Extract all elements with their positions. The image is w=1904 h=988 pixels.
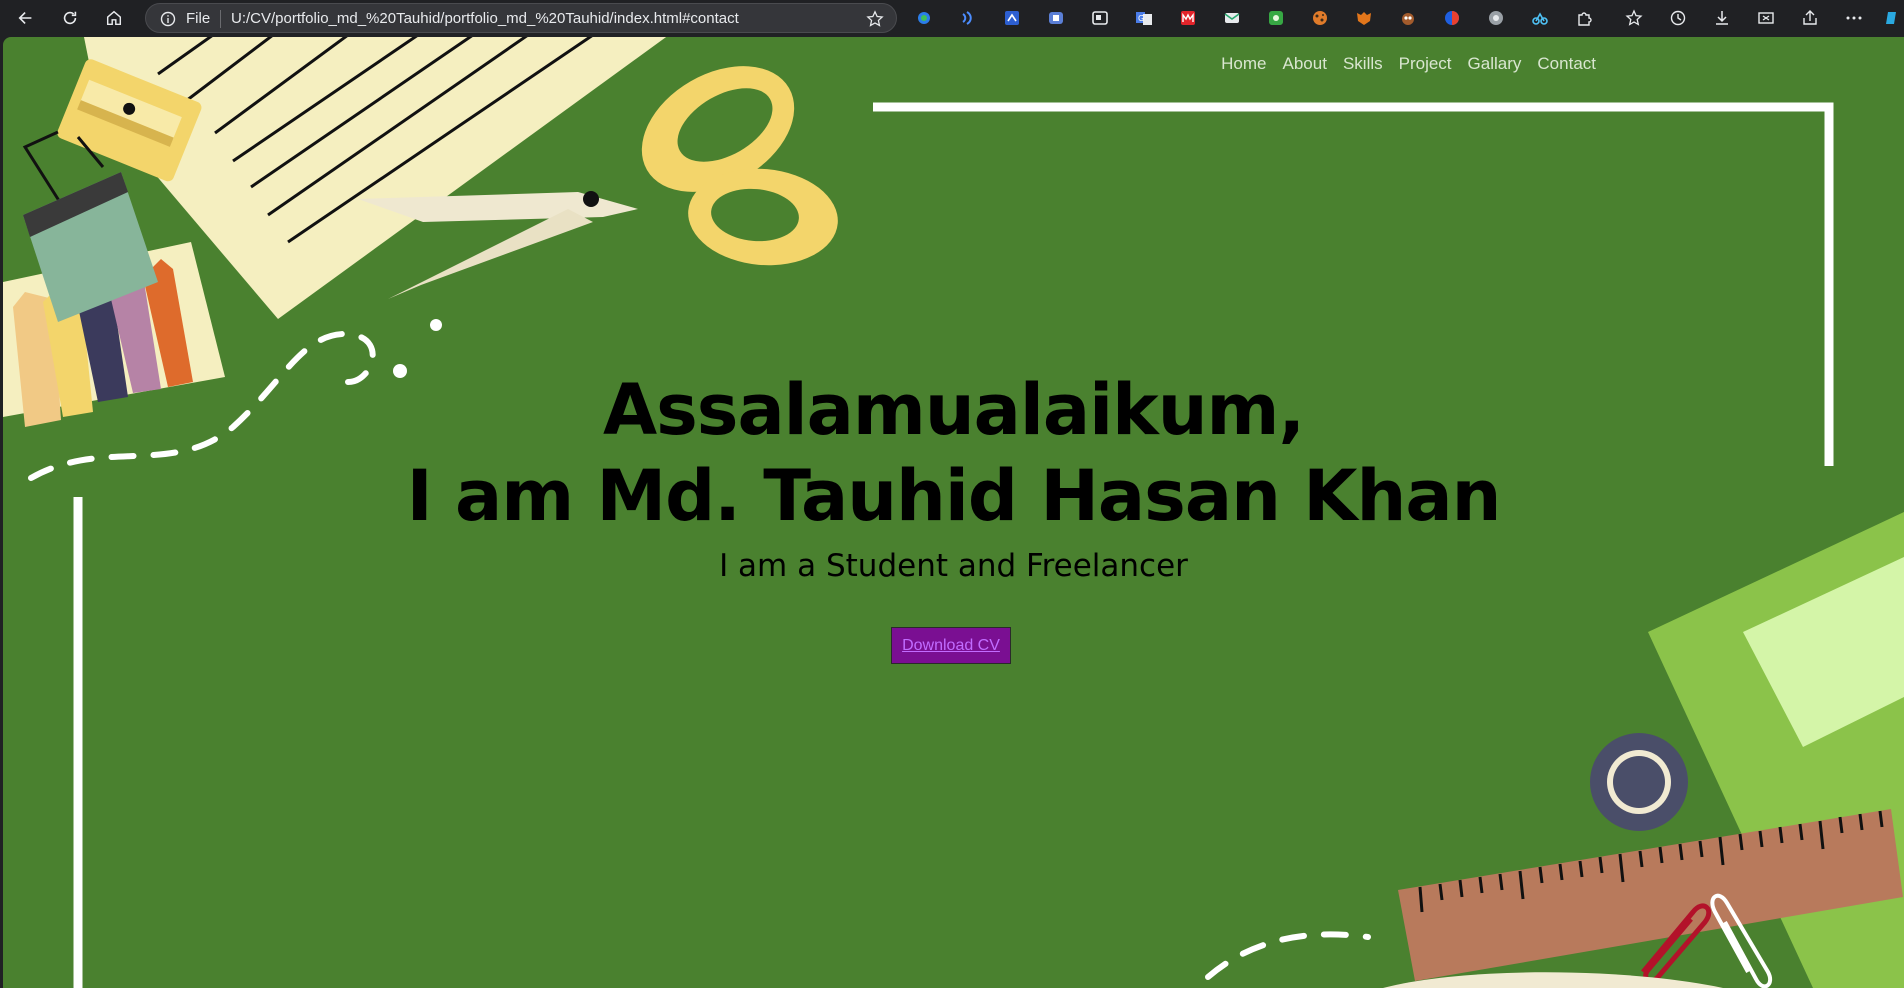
home-icon[interactable] — [100, 4, 128, 32]
page-viewport: Home About Skills Project Gallary Contac… — [3, 37, 1904, 988]
main-nav: Home About Skills Project Gallary Contac… — [1221, 54, 1596, 74]
extension-13-icon[interactable] — [1442, 8, 1462, 28]
hero-name: I am Md. Tauhid Hasan Khan — [406, 455, 1502, 537]
extension-4-icon[interactable] — [1046, 8, 1066, 28]
extension-7-icon[interactable] — [1178, 8, 1198, 28]
nav-gallary[interactable]: Gallary — [1468, 54, 1522, 74]
extension-2-icon[interactable] — [958, 8, 978, 28]
scheme-separator — [220, 10, 221, 28]
reload-icon[interactable] — [56, 4, 84, 32]
hero-greeting: Assalamualaikum, — [602, 369, 1305, 451]
extension-3-icon[interactable] — [1002, 8, 1022, 28]
nav-home[interactable]: Home — [1221, 54, 1266, 74]
address-bar[interactable]: File U:/CV/portfolio_md_%20Tauhid/portfo… — [145, 3, 897, 33]
back-icon[interactable] — [12, 4, 40, 32]
extensions-puzzle-icon[interactable] — [1574, 8, 1594, 28]
screenshot-icon[interactable] — [1756, 8, 1776, 28]
share-icon[interactable] — [1800, 8, 1820, 28]
scheme-label: File — [186, 10, 211, 27]
extension-14-icon[interactable] — [1486, 8, 1506, 28]
tape-roll-illustration — [1590, 733, 1688, 831]
copilot-icon[interactable] — [1884, 8, 1902, 28]
nav-project[interactable]: Project — [1399, 54, 1452, 74]
more-menu-icon[interactable] — [1844, 8, 1864, 28]
download-cv-link[interactable]: Download CV — [902, 637, 1000, 655]
extension-10-icon[interactable] — [1310, 8, 1330, 28]
extension-6-icon[interactable]: G — [1134, 8, 1154, 28]
nav-skills[interactable]: Skills — [1343, 54, 1383, 74]
history-icon[interactable] — [1668, 8, 1688, 28]
browser-toolbar: File U:/CV/portfolio_md_%20Tauhid/portfo… — [0, 0, 1904, 36]
extension-1-icon[interactable] — [914, 8, 934, 28]
nav-about[interactable]: About — [1283, 54, 1327, 74]
hero-role: I am a Student and Freelancer — [719, 548, 1188, 584]
extension-12-icon[interactable] — [1398, 8, 1418, 28]
nav-contact[interactable]: Contact — [1537, 54, 1596, 74]
bookmark-star-icon[interactable] — [866, 10, 884, 28]
extension-11-icon[interactable] — [1354, 8, 1374, 28]
download-cv-button[interactable]: Download CV — [891, 627, 1011, 664]
info-icon[interactable] — [160, 11, 176, 27]
dashed-trail-bottom — [1205, 931, 1371, 980]
extension-5-icon[interactable] — [1090, 8, 1110, 28]
download-icon[interactable] — [1712, 8, 1732, 28]
url-text[interactable]: U:/CV/portfolio_md_%20Tauhid/portfolio_m… — [231, 10, 739, 27]
svg-text:G: G — [1138, 14, 1144, 23]
hero-section: Assalamualaikum, I am Md. Tauhid Hasan K… — [3, 367, 1904, 591]
extension-9-icon[interactable] — [1266, 8, 1286, 28]
extension-8-icon[interactable] — [1222, 8, 1242, 28]
extension-15-icon[interactable] — [1530, 8, 1550, 28]
favorites-star-icon[interactable] — [1624, 8, 1644, 28]
